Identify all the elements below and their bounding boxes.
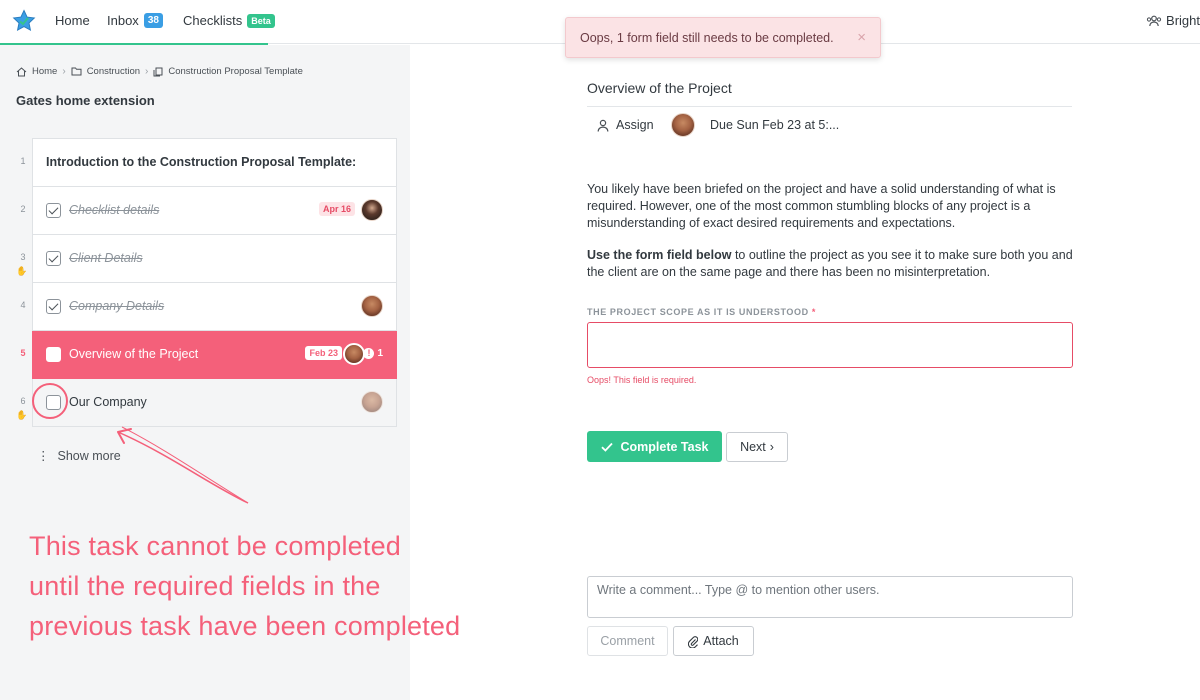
- task-label: Introduction to the Construction Proposa…: [46, 155, 357, 169]
- task-label: Company Details: [69, 299, 165, 313]
- complete-task-button[interactable]: Complete Task: [587, 431, 722, 462]
- toast-message: Oops, 1 form field still needs to be com…: [580, 31, 834, 45]
- assign-button[interactable]: Assign: [597, 118, 654, 132]
- project-scope-input[interactable]: [587, 322, 1073, 368]
- chevron-right-icon: ›: [62, 66, 66, 77]
- task-label: Checklist details: [69, 203, 160, 217]
- assignee-avatar[interactable]: [671, 113, 695, 137]
- chevron-right-icon: ›: [145, 66, 149, 77]
- warning-count-value: 1: [377, 348, 383, 359]
- nav-home-label: Home: [55, 13, 90, 28]
- breadcrumb-home[interactable]: Home: [32, 66, 57, 77]
- warning-count: ! 1: [363, 348, 383, 359]
- attach-button[interactable]: Attach: [673, 626, 754, 656]
- avatar[interactable]: [361, 295, 383, 317]
- task-number: 2: [20, 204, 26, 214]
- due-date-badge: Apr 16: [318, 202, 355, 216]
- due-date[interactable]: Due Sun Feb 23 at 5:...: [710, 118, 839, 132]
- task-checkbox[interactable]: [46, 299, 61, 314]
- complete-task-label: Complete Task: [620, 439, 709, 454]
- task-number: 6: [20, 396, 26, 406]
- annotation-line: until the required fields in the: [29, 571, 381, 601]
- attach-label: Attach: [703, 634, 739, 648]
- org-menu[interactable]: Bright: [1146, 13, 1200, 28]
- beta-badge: Beta: [247, 13, 275, 28]
- show-more-label: Show more: [57, 448, 121, 463]
- task-row[interactable]: 2 Checklist details Apr 16: [20, 187, 397, 235]
- hand-stop-icon: ✋: [16, 266, 28, 276]
- task-title: Overview of the Project: [587, 80, 732, 96]
- nav-checklists[interactable]: Checklists Beta: [183, 13, 275, 28]
- description-paragraph: You likely have been briefed on the proj…: [587, 182, 1056, 230]
- alert-icon: !: [363, 348, 375, 359]
- due-date-badge: Feb 23: [305, 346, 342, 360]
- copy-icon: [153, 67, 163, 76]
- check-icon: [600, 442, 613, 452]
- task-label: Client Details: [69, 251, 143, 265]
- task-label: Our Company: [69, 395, 147, 409]
- annotation-text: This task cannot be completed until the …: [29, 526, 509, 646]
- checklist-sidebar: Home › Construction › Construction Propo…: [0, 45, 460, 700]
- user-icon: [597, 119, 609, 132]
- avatar[interactable]: [343, 343, 365, 365]
- task-row[interactable]: 3 ✋ Client Details: [16, 235, 397, 283]
- avatar[interactable]: [361, 391, 383, 413]
- task-number: 3: [20, 252, 26, 262]
- comment-label: Comment: [600, 634, 655, 648]
- task-description: You likely have been briefed on the proj…: [587, 181, 1073, 296]
- task-row-heading[interactable]: 1 Introduction to the Construction Propo…: [20, 138, 397, 187]
- users-icon: [1146, 15, 1162, 26]
- task-list: 1 Introduction to the Construction Propo…: [16, 138, 397, 427]
- task-checkbox[interactable]: [46, 251, 61, 266]
- logo-star-icon[interactable]: [12, 9, 36, 33]
- form-field-label-text: THE PROJECT SCOPE AS IT IS UNDERSTOOD: [587, 307, 809, 317]
- nav-inbox[interactable]: Inbox 38: [107, 13, 163, 28]
- description-bold: Use the form field below: [587, 248, 732, 262]
- assign-label: Assign: [616, 118, 654, 132]
- divider: [587, 106, 1072, 107]
- annotation-line: previous task have been completed: [29, 611, 461, 641]
- task-number: 1: [20, 156, 26, 166]
- show-more-link[interactable]: ⋮ Show more: [37, 448, 121, 464]
- folder-icon: [71, 67, 82, 76]
- home-icon[interactable]: [16, 66, 27, 77]
- task-number: 5: [20, 348, 26, 358]
- comment-input[interactable]: Write a comment... Type @ to mention oth…: [587, 576, 1073, 618]
- task-number: 4: [20, 300, 26, 310]
- error-toast: Oops, 1 form field still needs to be com…: [565, 17, 881, 58]
- description-paragraph: Use the form field below to outline the …: [587, 247, 1073, 281]
- nav-home[interactable]: Home: [55, 13, 90, 28]
- required-marker: *: [811, 307, 816, 317]
- form-field-label: THE PROJECT SCOPE AS IT IS UNDERSTOOD *: [587, 307, 816, 317]
- task-checkbox[interactable]: [46, 347, 61, 362]
- org-name: Bright: [1166, 13, 1200, 28]
- close-icon[interactable]: ×: [857, 29, 866, 46]
- avatar[interactable]: [361, 199, 383, 221]
- task-row-active[interactable]: 5 Overview of the Project Feb 23 ! 1: [20, 331, 397, 379]
- checklist-title: Gates home extension: [16, 93, 155, 108]
- field-error-message: Oops! This field is required.: [587, 375, 697, 385]
- task-label: Overview of the Project: [69, 347, 199, 361]
- breadcrumb-folder[interactable]: Construction: [87, 66, 140, 77]
- annotation-line: This task cannot be completed: [29, 531, 402, 561]
- next-button[interactable]: Next ›: [726, 432, 788, 462]
- inbox-count-badge: 38: [143, 13, 163, 28]
- breadcrumb-template[interactable]: Construction Proposal Template: [168, 66, 302, 77]
- paperclip-icon: [688, 635, 699, 648]
- next-label: Next: [740, 440, 766, 454]
- task-checkbox[interactable]: [46, 203, 61, 218]
- task-checkbox[interactable]: [46, 395, 61, 410]
- comment-button[interactable]: Comment: [587, 626, 668, 656]
- nav-checklists-label: Checklists: [183, 13, 243, 28]
- chevron-right-icon: ›: [769, 440, 774, 454]
- hand-stop-icon: ✋: [16, 410, 28, 420]
- task-row[interactable]: 6 ✋ Our Company: [16, 379, 397, 427]
- nav-inbox-label: Inbox: [107, 13, 139, 28]
- breadcrumb: Home › Construction › Construction Propo…: [16, 66, 303, 77]
- more-vertical-icon: ⋮: [37, 449, 50, 463]
- app-page: Home Inbox 38 Checklists Beta Bright Oop…: [0, 0, 1200, 700]
- task-row[interactable]: 4 Company Details: [20, 283, 397, 331]
